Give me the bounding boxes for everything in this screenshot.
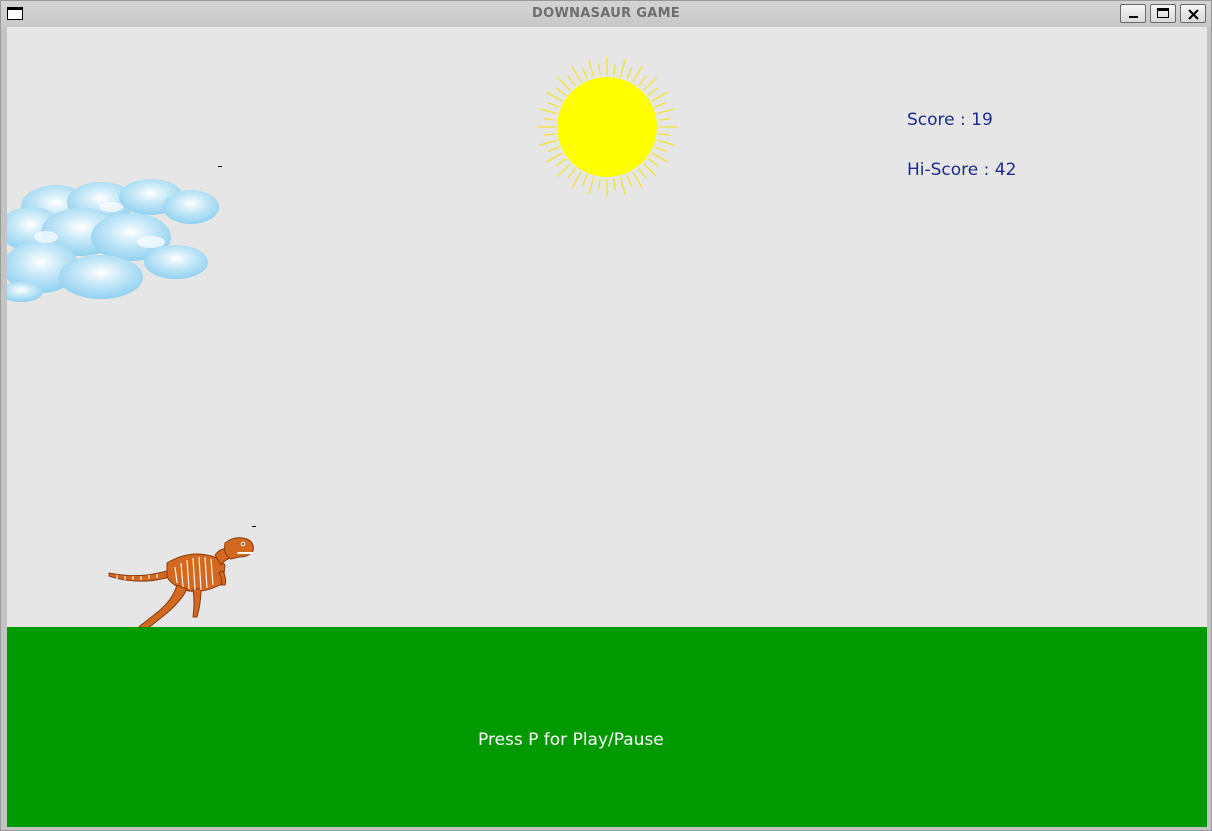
dinosaur-skeleton-icon [108,537,254,629]
close-button[interactable] [1180,4,1206,23]
play-pause-hint: Press P for Play/Pause [478,730,664,750]
game-canvas[interactable]: Score : 19 Hi-Score : 42 Press P for Pla… [7,27,1207,827]
sun-icon [537,57,677,197]
minimize-button[interactable] [1120,4,1146,23]
window-title: DOWNASAUR GAME [532,6,680,21]
title-bar[interactable]: DOWNASAUR GAME [1,1,1211,27]
hiscore-label: Hi-Score : 42 [907,160,1017,180]
score-label: Score : 19 [907,110,993,130]
game-window: DOWNASAUR GAME Score: 19 Hi-Score: 42 … [0,0,1212,831]
cloud-marker [218,166,222,167]
close-icon [1188,9,1199,20]
cloud-icon [7,179,219,302]
dino-marker [252,526,256,527]
ground [7,627,1207,827]
maximize-button[interactable] [1150,4,1176,23]
